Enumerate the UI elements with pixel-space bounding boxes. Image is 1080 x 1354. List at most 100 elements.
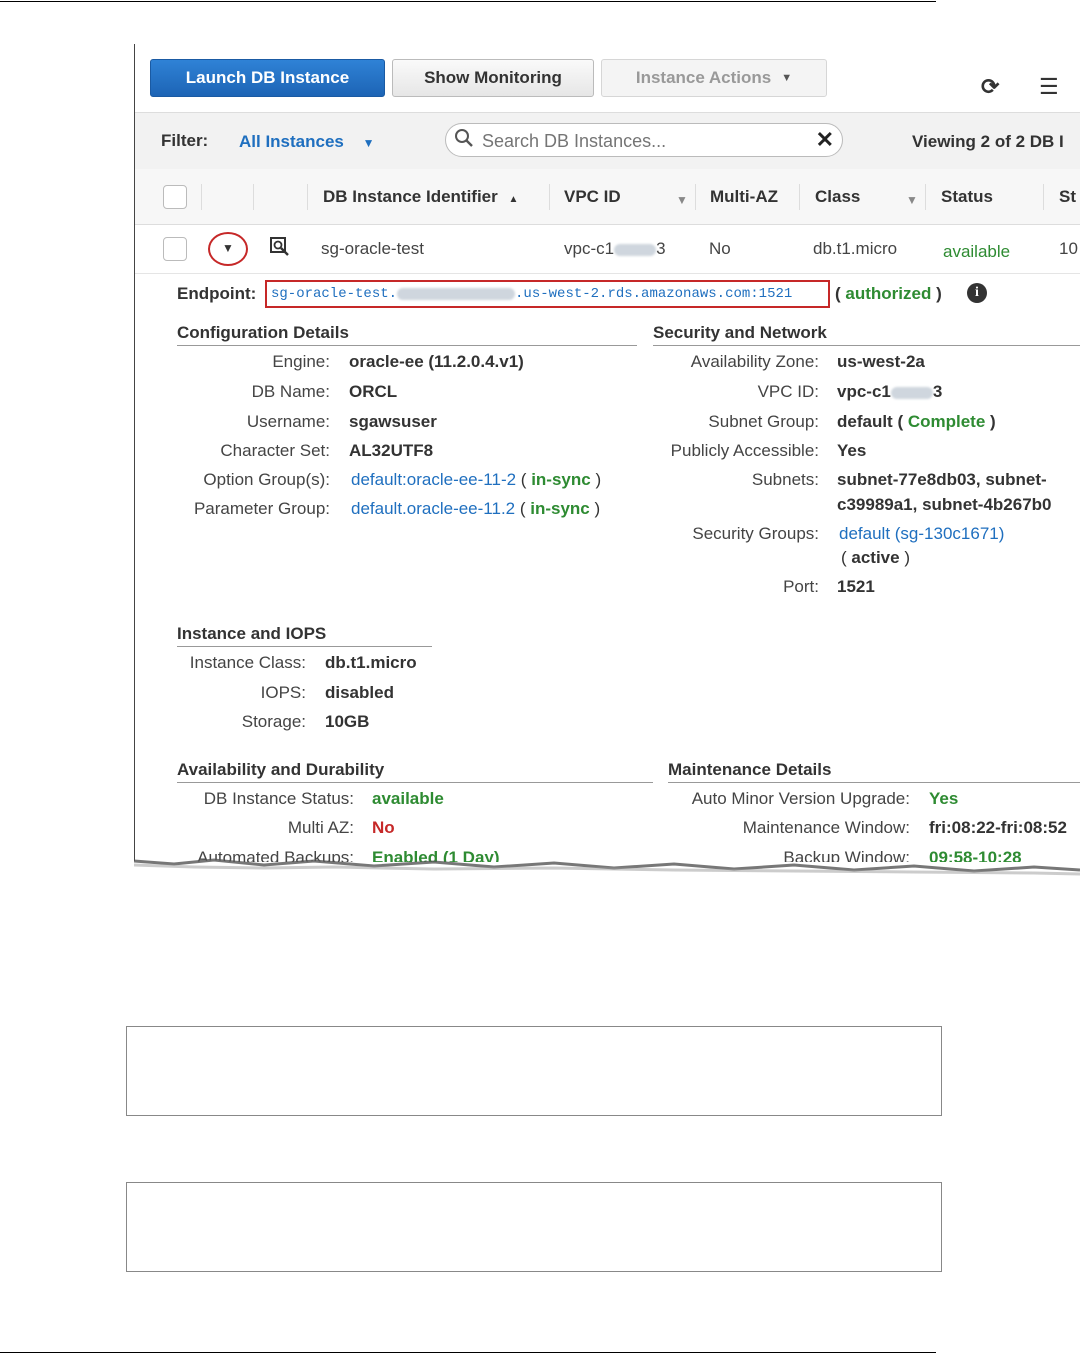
endpoint-label: Endpoint:: [177, 284, 257, 303]
instance-actions-label: Instance Actions: [635, 68, 772, 87]
cell-storage: 10: [1059, 239, 1078, 258]
sort-asc-icon: ▲: [508, 194, 519, 205]
option-group-link[interactable]: default:oracle-ee-11-2: [351, 470, 516, 489]
col-multi-az[interactable]: Multi-AZ: [710, 187, 778, 207]
storage-value: 10GB: [325, 712, 370, 731]
endpoint-value[interactable]: sg-oracle-test. .us-west-2.rds.amazonaws.…: [265, 280, 830, 308]
column-divider: [201, 184, 202, 210]
search-box: ✕: [445, 123, 843, 157]
filter-value: All Instances: [239, 132, 344, 151]
subnets-label: Subnets:: [751, 470, 819, 489]
zoom-icon[interactable]: [269, 236, 291, 263]
endpoint-prefix: sg-oracle-test.: [271, 286, 398, 302]
column-divider: [549, 184, 550, 210]
security-group-link[interactable]: default (sg-130c1671): [839, 524, 1004, 544]
bottom-rule: [0, 1352, 936, 1353]
username-label: Username:: [246, 412, 330, 431]
security-groups-label: Security Groups:: [692, 524, 819, 543]
blank-code-box-2: [126, 1182, 942, 1272]
search-input[interactable]: [480, 128, 804, 154]
cell-multi-az: No: [709, 239, 731, 258]
row-checkbox[interactable]: [163, 237, 187, 261]
parameter-group-value: default.oracle-ee-11.2 ( in-sync ): [351, 499, 601, 518]
menu-icon[interactable]: ☰: [1039, 74, 1059, 100]
port-value: 1521: [837, 577, 875, 596]
show-monitoring-button[interactable]: Show Monitoring: [392, 59, 594, 97]
column-divider: [695, 184, 696, 210]
info-icon[interactable]: i: [967, 283, 987, 303]
filter-dropdown[interactable]: All Instances ▼: [239, 132, 375, 152]
vpc-suffix: 3: [656, 239, 666, 258]
iops-value: disabled: [325, 683, 394, 702]
col-status[interactable]: Status: [941, 187, 993, 207]
blank-code-box-1: [126, 1026, 942, 1116]
vpc-prefix: vpc-c1: [564, 239, 615, 258]
endpoint-suffix: .us-west-2.rds.amazonaws.com:1521: [515, 286, 793, 302]
public-label: Publicly Accessible:: [670, 441, 819, 460]
viewing-count: Viewing 2 of 2 DB I: [912, 132, 1064, 151]
chevron-down-icon: ▼: [362, 136, 375, 150]
table-row[interactable]: ▼ sg-oracle-test vpc-c1 3 No db.t1.micro …: [135, 225, 1080, 274]
instance-class-label: Instance Class:: [189, 653, 306, 672]
vpc-label: VPC ID:: [757, 382, 819, 401]
launch-db-instance-button[interactable]: Launch DB Instance: [150, 59, 385, 97]
availability-section-title: Availability and Durability: [177, 760, 653, 783]
storage-label: Storage:: [241, 712, 306, 731]
parameter-group-link[interactable]: default.oracle-ee-11.2: [351, 499, 515, 518]
col-vpc-id[interactable]: VPC ID: [564, 187, 621, 207]
charset-value: AL32UTF8: [349, 441, 434, 460]
col-db-instance-identifier[interactable]: DB Instance Identifier ▲: [323, 187, 518, 207]
option-group-status: in-sync: [531, 470, 591, 489]
security-group-status-text: active: [851, 548, 900, 567]
top-rule: [0, 1, 936, 2]
security-group-status: ( active ): [841, 548, 910, 567]
db-status-value: available: [372, 789, 444, 808]
maintenance-section-title: Maintenance Details: [668, 760, 1080, 783]
upgrade-label: Auto Minor Version Upgrade:: [691, 789, 910, 808]
charset-label: Character Set:: [220, 441, 330, 460]
config-section-title: Configuration Details: [177, 323, 637, 346]
column-divider: [307, 184, 308, 210]
redacted-blur: [397, 288, 516, 300]
search-icon: [454, 128, 474, 154]
cell-class: db.t1.micro: [813, 239, 898, 258]
multi-az-label: Multi AZ:: [287, 818, 354, 837]
rds-console-screenshot: Launch DB Instance Show Monitoring Insta…: [134, 44, 1080, 862]
security-section-title: Security and Network: [653, 323, 1080, 346]
dbname-value: ORCL: [349, 382, 398, 401]
filter-label: Filter:: [161, 131, 209, 150]
multi-az-value: No: [372, 818, 395, 837]
close-icon[interactable]: ✕: [816, 127, 834, 153]
iops-label: IOPS:: [260, 683, 306, 702]
refresh-icon[interactable]: ⟳: [981, 74, 999, 100]
cell-status: available: [943, 242, 1011, 261]
filter-bar: Filter: All Instances ▼ ✕ Viewing 2 of 2…: [135, 112, 1080, 170]
table-header: DB Instance Identifier ▲ VPC ID ▼ Multi-…: [135, 169, 1080, 225]
instance-class-value: db.t1.micro: [325, 653, 417, 672]
chevron-down-icon[interactable]: ▼: [906, 193, 918, 207]
subnet-group-label: Subnet Group:: [708, 412, 819, 431]
dbname-label: DB Name:: [251, 382, 330, 401]
column-divider: [253, 184, 254, 210]
username-value: sgawsuser: [349, 412, 437, 431]
redacted-blur: [614, 243, 657, 256]
az-value: us-west-2a: [837, 352, 925, 371]
subnet-group-name: default: [837, 412, 893, 431]
select-all-checkbox[interactable]: [163, 185, 187, 209]
instance-actions-button[interactable]: Instance Actions ▼: [601, 59, 827, 97]
option-group-value: default:oracle-ee-11-2 ( in-sync ): [351, 470, 602, 489]
endpoint-status-text: authorized: [845, 284, 932, 303]
az-label: Availability Zone:: [690, 352, 819, 371]
col-class[interactable]: Class: [815, 187, 860, 207]
endpoint-status: ( authorized ): [835, 284, 942, 303]
col-storage[interactable]: St: [1059, 187, 1076, 207]
subnets-value-line2: c39989a1, subnet-4b267b0: [837, 495, 1052, 514]
instance-section-title: Instance and IOPS: [177, 624, 432, 647]
cell-identifier: sg-oracle-test: [321, 239, 424, 258]
maintenance-window-value: fri:08:22-fri:08:52: [929, 818, 1067, 837]
expand-toggle-icon[interactable]: ▼: [222, 241, 234, 255]
db-status-label: DB Instance Status:: [203, 789, 354, 808]
public-value: Yes: [837, 441, 867, 460]
column-divider: [1043, 184, 1044, 210]
chevron-down-icon[interactable]: ▼: [676, 193, 688, 207]
